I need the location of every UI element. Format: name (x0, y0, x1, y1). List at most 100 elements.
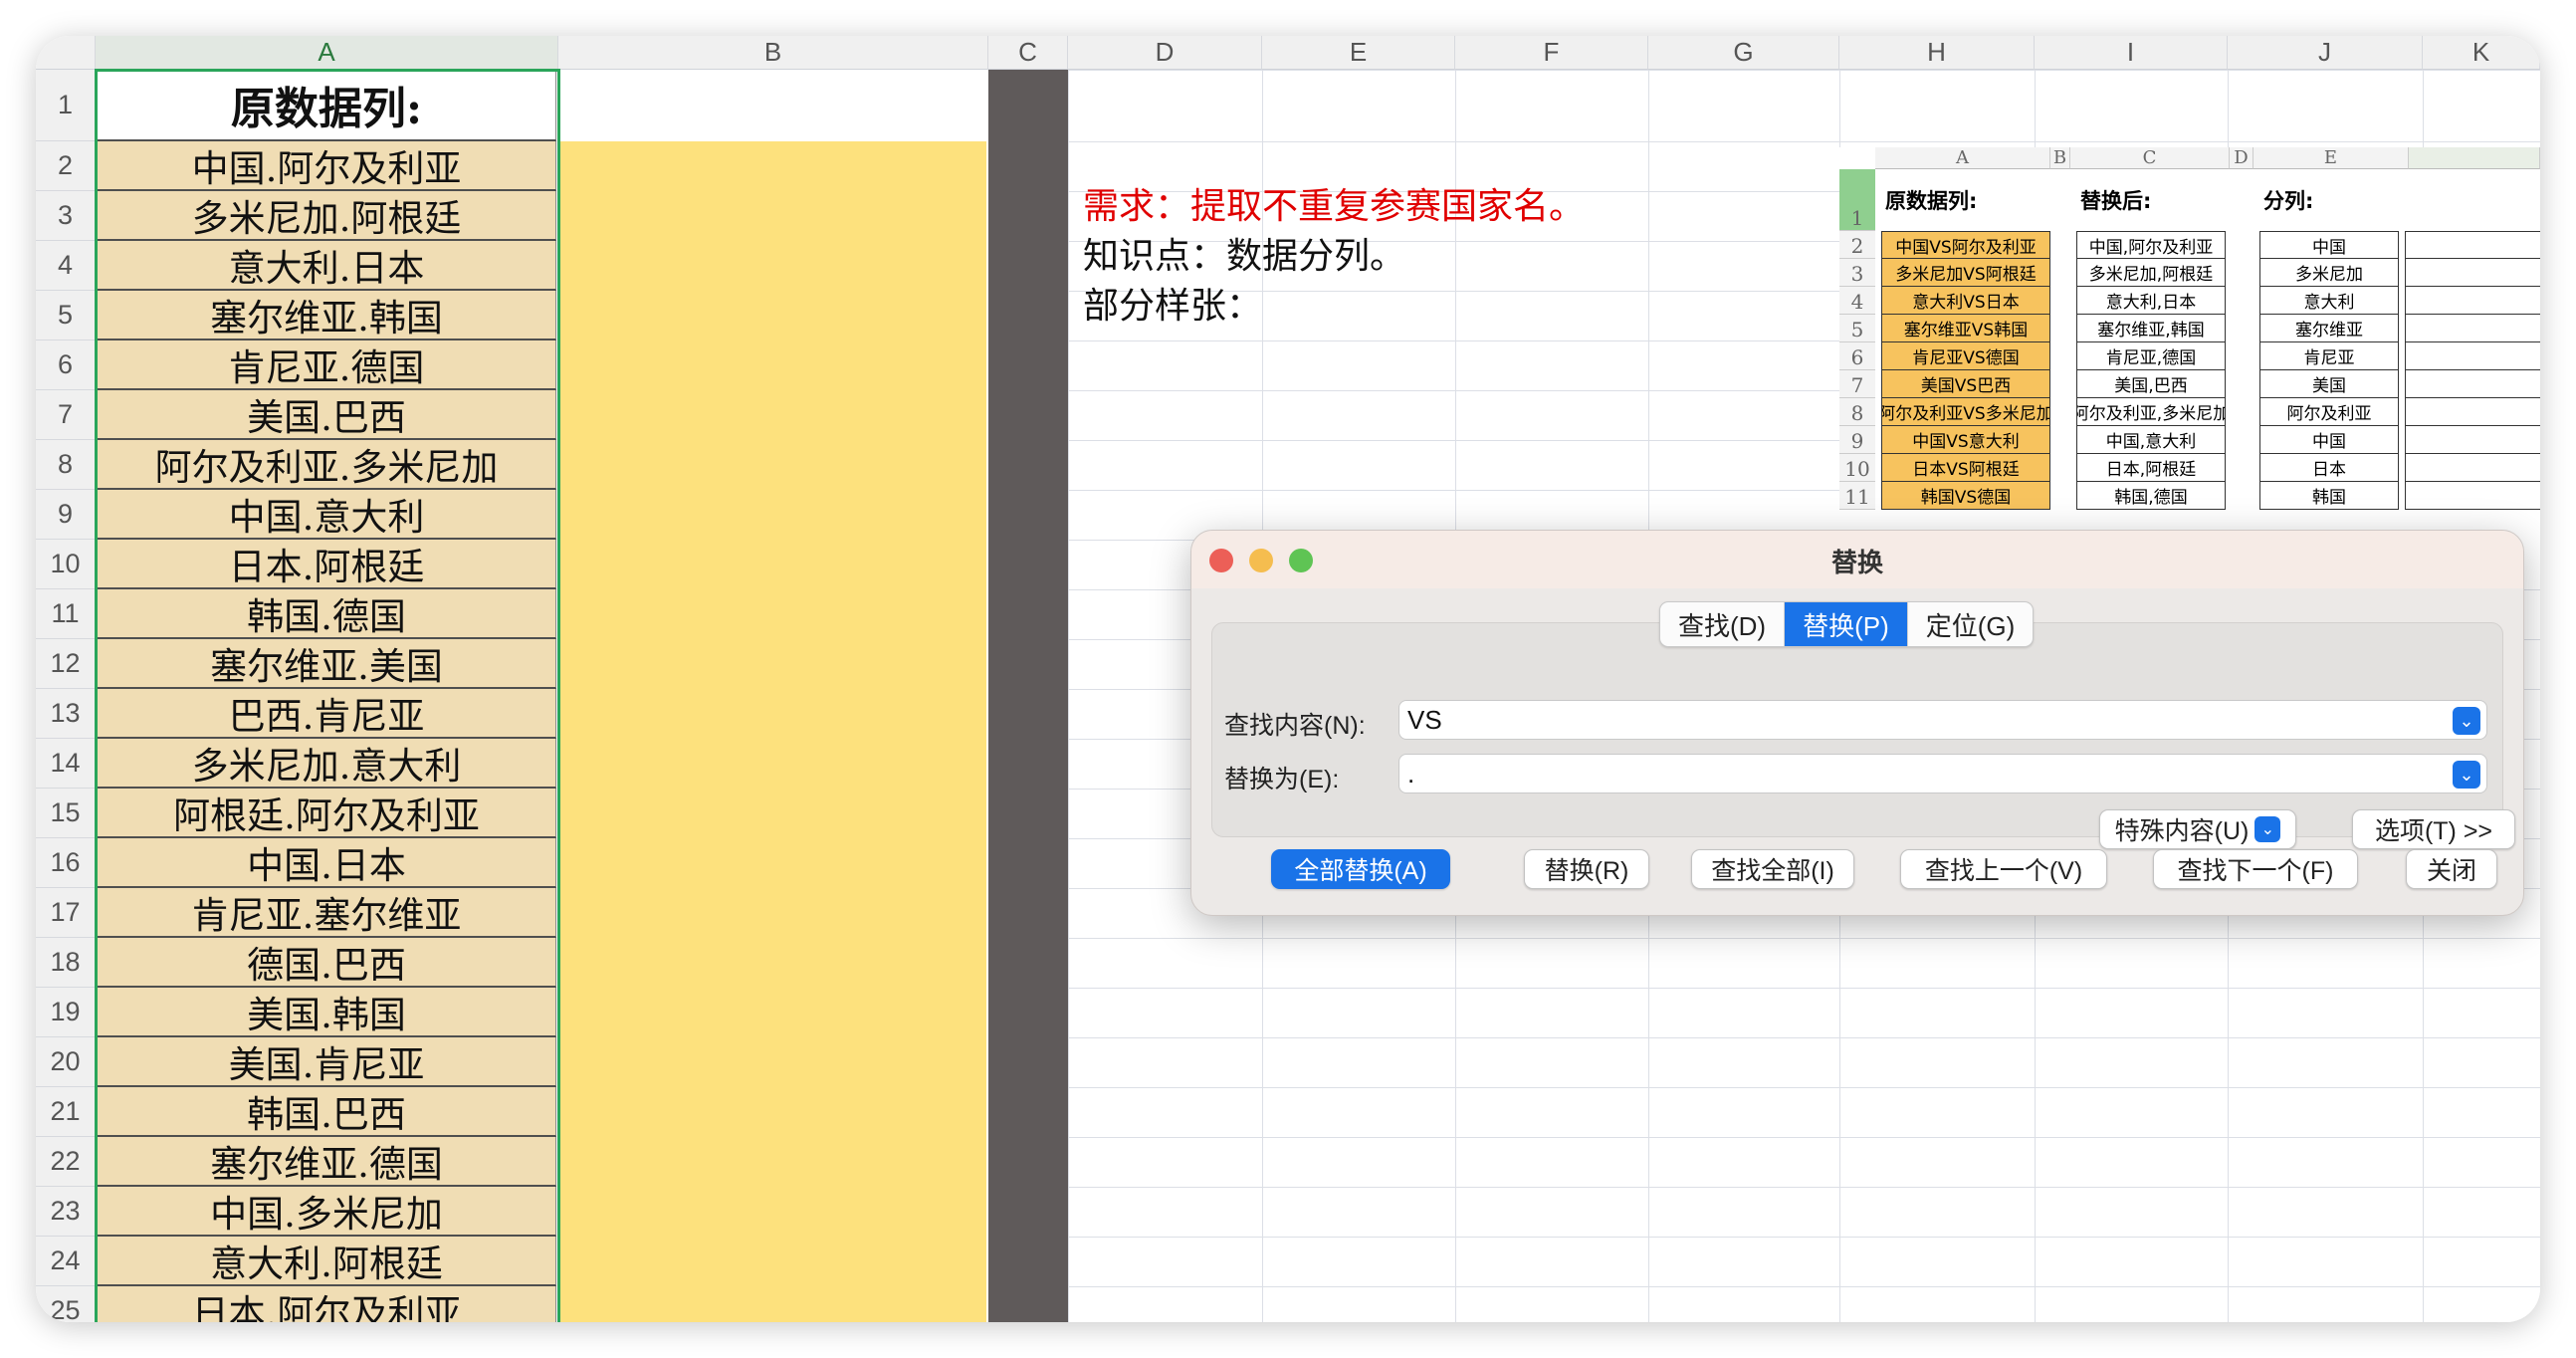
close-button[interactable]: 关闭 (2406, 849, 2497, 889)
row-header[interactable]: 21 (36, 1087, 96, 1137)
row-header[interactable]: 15 (36, 789, 96, 838)
column-header[interactable]: H (1839, 36, 2035, 70)
row-header[interactable]: 17 (36, 888, 96, 938)
row-header[interactable]: 11 (36, 589, 96, 639)
column-header[interactable]: G (1648, 36, 1839, 70)
inset-cell: 日本 (2259, 454, 2399, 482)
cell-a1-header[interactable]: 原数据列: (97, 70, 556, 141)
column-header[interactable]: C (988, 36, 1068, 70)
options-button[interactable]: 选项(T) >> (2352, 809, 2515, 849)
column-header[interactable]: K (2423, 36, 2540, 70)
column-header[interactable]: F (1455, 36, 1648, 70)
row-header[interactable]: 12 (36, 639, 96, 689)
column-b-fill[interactable] (558, 141, 986, 1322)
cell-a[interactable]: 中国.日本 (97, 838, 556, 888)
cell-a[interactable]: 塞尔维亚.美国 (97, 639, 556, 689)
inset-cell: 美国 (2259, 370, 2399, 398)
column-c-fill[interactable] (988, 70, 1068, 1322)
cell-a[interactable]: 多米尼加.阿根廷 (97, 191, 556, 241)
cell-a[interactable]: 美国.肯尼亚 (97, 1037, 556, 1087)
row-header[interactable]: 18 (36, 938, 96, 988)
row-header[interactable]: 8 (36, 440, 96, 490)
inset-row-header: 6 (1839, 342, 1875, 370)
cell-a[interactable]: 多米尼加.意大利 (97, 739, 556, 789)
cell-a[interactable]: 巴西.肯尼亚 (97, 689, 556, 739)
column-header[interactable]: B (558, 36, 988, 70)
requirement-note[interactable]: 需求：提取不重复参赛国家名。 (1083, 177, 1585, 229)
inset-row-header: 4 (1839, 287, 1875, 315)
row-header[interactable]: 9 (36, 490, 96, 540)
cell-a[interactable]: 阿尔及利亚.多米尼加 (97, 440, 556, 490)
cell-a[interactable]: 日本.阿根廷 (97, 540, 556, 589)
cell-a[interactable]: 意大利.日本 (97, 241, 556, 291)
special-content-button[interactable]: 特殊内容(U) ⌄ (2099, 809, 2296, 849)
cell-a[interactable]: 美国.韩国 (97, 988, 556, 1037)
cell-a[interactable]: 日本.阿尔及利亚 (97, 1286, 556, 1322)
cell-a[interactable]: 阿根廷.阿尔及利亚 (97, 789, 556, 838)
inset-header: 分列: (2263, 189, 2314, 213)
row-header[interactable]: 7 (36, 390, 96, 440)
inset-cell: 肯尼亚 (2259, 342, 2399, 370)
column-header[interactable]: E (1262, 36, 1455, 70)
replace-dropdown[interactable]: ⌄ (2453, 761, 2480, 789)
find-next-button[interactable]: 查找下一个(F) (2153, 849, 2358, 889)
find-all-button[interactable]: 查找全部(I) (1691, 849, 1854, 889)
replace-button[interactable]: 替换(R) (1524, 849, 1649, 889)
inset-row-header: 11 (1839, 482, 1875, 510)
cell-a[interactable]: 韩国.巴西 (97, 1087, 556, 1137)
row-header[interactable]: 22 (36, 1137, 96, 1187)
row-header[interactable]: 3 (36, 191, 96, 241)
cell-a[interactable]: 意大利.阿根廷 (97, 1237, 556, 1286)
row-header[interactable]: 2 (36, 141, 96, 191)
chevron-down-icon: ⌄ (2459, 710, 2474, 731)
tab-goto[interactable]: 定位(G) (1908, 602, 2034, 646)
cell-a[interactable]: 肯尼亚.德国 (97, 340, 556, 390)
spreadsheet[interactable]: ABCDEFGHIJK 1 2 3 4 5 6 7 8 9 10 11 12 13 14 15 16 17 18 1… (36, 36, 2540, 1322)
row-header[interactable]: 20 (36, 1037, 96, 1087)
find-input[interactable]: VS ⌄ (1398, 700, 2487, 740)
replace-all-button[interactable]: 全部替换(A) (1271, 849, 1450, 889)
row-header[interactable]: 4 (36, 241, 96, 291)
inset-cell: 日本,阿根廷 (2076, 454, 2226, 482)
tab-replace[interactable]: 替换(P) (1785, 602, 1908, 646)
row-header[interactable]: 10 (36, 540, 96, 589)
cell-a[interactable]: 中国.阿尔及利亚 (97, 141, 556, 191)
row-header[interactable]: 25 (36, 1286, 96, 1322)
cell-a[interactable]: 韩国.德国 (97, 589, 556, 639)
inset-cell: 阿尔及利亚 (2259, 398, 2399, 426)
sample-image[interactable]: A B C D E 1 2 3 4 5 6 7 8 9 10 11 原数据列: 替换后: 分列: 中国VS阿尔及利亚多… (1839, 147, 2540, 566)
cell-a[interactable]: 德国.巴西 (97, 938, 556, 988)
tab-find[interactable]: 查找(D) (1660, 602, 1786, 646)
inset-cell: 肯尼亚,德国 (2076, 342, 2226, 370)
find-previous-button[interactable]: 查找上一个(V) (1900, 849, 2107, 889)
gridline (1068, 938, 2540, 939)
column-header[interactable]: J (2228, 36, 2423, 70)
row-header[interactable]: 24 (36, 1237, 96, 1286)
sample-note[interactable]: 部分样张： (1083, 277, 1262, 329)
column-header[interactable]: D (1068, 36, 1262, 70)
row-header[interactable]: 5 (36, 291, 96, 340)
inset-cell: 中国VS意大利 (1881, 426, 2050, 454)
row-header[interactable]: 6 (36, 340, 96, 390)
knowledge-note[interactable]: 知识点：数据分列。 (1083, 227, 1405, 279)
find-dropdown[interactable]: ⌄ (2453, 707, 2480, 735)
gridline (1068, 1187, 2540, 1188)
row-header[interactable]: 13 (36, 689, 96, 739)
row-header[interactable]: 23 (36, 1187, 96, 1237)
replace-dialog: 替换 查找(D) 替换(P) 定位(G) 查找内容(N): VS ⌄ 替换为(E… (1190, 530, 2524, 916)
row-header[interactable]: 1 (36, 70, 96, 141)
cell-a[interactable]: 中国.多米尼加 (97, 1187, 556, 1237)
replace-input[interactable]: . ⌄ (1398, 754, 2487, 793)
cell-a[interactable]: 美国.巴西 (97, 390, 556, 440)
column-header[interactable]: A (96, 36, 558, 70)
cell-a[interactable]: 塞尔维亚.韩国 (97, 291, 556, 340)
row-header[interactable]: 14 (36, 739, 96, 789)
cell-a[interactable]: 中国.意大利 (97, 490, 556, 540)
row-header[interactable]: 19 (36, 988, 96, 1037)
row-header[interactable]: 16 (36, 838, 96, 888)
inset-cell: 意大利VS日本 (1881, 287, 2050, 315)
cell-a[interactable]: 肯尼亚.塞尔维亚 (97, 888, 556, 938)
cell-a[interactable]: 塞尔维亚.德国 (97, 1137, 556, 1187)
select-all-corner[interactable] (36, 36, 96, 70)
column-header[interactable]: I (2035, 36, 2228, 70)
